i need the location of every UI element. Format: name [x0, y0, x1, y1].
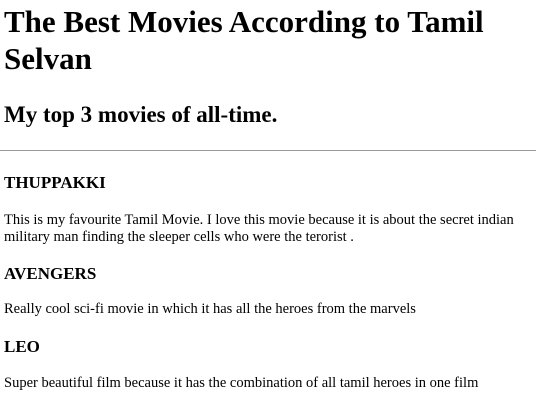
movie-description-thuppakki: This is my favourite Tamil Movie. I love…	[4, 212, 514, 245]
page: The Best Movies According to Tamil Selva…	[0, 3, 536, 392]
movie-title-thuppakki: THUPPAKKI	[4, 173, 106, 192]
movie-description-leo: Super beautiful film because it has the …	[4, 375, 479, 391]
movie-title-leo: LEO	[4, 337, 40, 356]
movie-title-avengers: AVENGERS	[4, 264, 97, 283]
movie-list: THUPPAKKI This is my favourite Tamil Mov…	[4, 172, 536, 392]
page-title: The Best Movies According to Tamil Selva…	[4, 4, 484, 76]
page-subtitle: My top 3 movies of all-time.	[4, 102, 278, 127]
movie-description-avengers: Really cool sci-fi movie in which it has…	[4, 301, 416, 317]
divider	[0, 150, 536, 151]
